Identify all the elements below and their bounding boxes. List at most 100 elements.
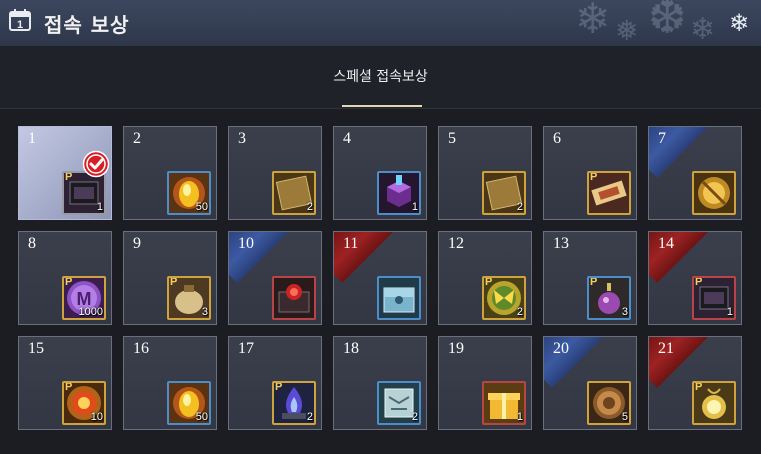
day-number: 10 <box>238 235 254 252</box>
day-number: 11 <box>343 235 359 252</box>
item-quantity: 1 <box>411 201 418 213</box>
window-title: 접속 보상 <box>44 13 130 37</box>
reward-item[interactable]: 50 <box>167 381 211 425</box>
calendar-day: 1 <box>17 19 23 31</box>
tab-special-login-reward[interactable]: 스페셜 접속보상 <box>0 66 761 86</box>
item-quantity: 1000 <box>78 306 103 318</box>
item-quantity: 2 <box>411 411 418 423</box>
reward-cell-day-14[interactable]: 14 P 1 <box>648 231 742 325</box>
day-number: 3 <box>238 130 246 147</box>
reward-item[interactable]: 1 <box>377 171 421 215</box>
reward-item[interactable]: 2 <box>482 171 526 215</box>
tab-bar: 스페셜 접속보상 <box>0 46 761 109</box>
premium-tag: P <box>275 381 283 393</box>
calendar-icon: 1 <box>9 9 31 31</box>
reward-item[interactable] <box>692 171 736 215</box>
item-quantity: 50 <box>195 411 208 423</box>
reward-item[interactable] <box>377 276 421 320</box>
item-quantity: 50 <box>195 201 208 213</box>
day-number: 21 <box>658 340 674 357</box>
day-number: 4 <box>343 130 351 147</box>
item-quantity: 2 <box>516 201 523 213</box>
reward-item[interactable]: 5 <box>587 381 631 425</box>
reward-cell-day-16[interactable]: 16 50 <box>123 336 217 430</box>
day-number: 16 <box>133 340 149 357</box>
item-quantity: 3 <box>621 306 628 318</box>
reward-cell-day-15[interactable]: 15 P 10 <box>18 336 112 430</box>
day-number: 12 <box>448 235 464 252</box>
premium-tag: P <box>695 276 703 288</box>
reward-cell-day-12[interactable]: 12 P 2 <box>438 231 532 325</box>
reward-item[interactable]: P1 <box>692 276 736 320</box>
reward-item[interactable]: 1 <box>482 381 526 425</box>
item-quantity: 5 <box>621 411 628 423</box>
premium-tag: P <box>485 276 493 288</box>
item-quantity: 3 <box>201 306 208 318</box>
reward-cell-day-1[interactable]: 1 P 1 <box>18 126 112 220</box>
reward-cell-day-7[interactable]: 7 <box>648 126 742 220</box>
reward-cell-day-2[interactable]: 2 50 <box>123 126 217 220</box>
premium-tag: P <box>65 171 73 183</box>
snowflake-decoration-icon: ❆ <box>648 0 687 44</box>
reward-item[interactable]: 2 <box>377 381 421 425</box>
item-quantity: 1 <box>726 306 733 318</box>
day-number: 17 <box>238 340 254 357</box>
day-number: 15 <box>28 340 44 357</box>
reward-item[interactable]: P <box>587 171 631 215</box>
reward-item[interactable]: P2 <box>482 276 526 320</box>
reward-item[interactable]: P2 <box>272 381 316 425</box>
day-number: 9 <box>133 235 141 252</box>
reward-item[interactable]: M P 1000 <box>62 276 106 320</box>
reward-cell-day-9[interactable]: 9P3 <box>123 231 217 325</box>
reward-cell-day-6[interactable]: 6P <box>543 126 637 220</box>
item-quantity: 2 <box>306 411 313 423</box>
day-number: 5 <box>448 130 456 147</box>
reward-cell-day-21[interactable]: 21 P <box>648 336 742 430</box>
active-tab-indicator <box>342 105 422 107</box>
day-number: 20 <box>553 340 569 357</box>
premium-tag: P <box>65 276 73 288</box>
item-quantity: 1 <box>96 201 103 213</box>
reward-item[interactable]: P3 <box>167 276 211 320</box>
snowflake-decoration-icon: ❅ <box>615 14 639 47</box>
reward-cell-day-10[interactable]: 10 <box>228 231 322 325</box>
item-quantity: 2 <box>516 306 523 318</box>
reward-cell-day-13[interactable]: 13 P 3 <box>543 231 637 325</box>
premium-tag: P <box>65 381 73 393</box>
reward-cell-day-5[interactable]: 52 <box>438 126 532 220</box>
close-button[interactable]: ❄ <box>726 10 752 36</box>
day-number: 1 <box>28 130 36 147</box>
reward-item[interactable]: P 10 <box>62 381 106 425</box>
reward-item[interactable]: 50 <box>167 171 211 215</box>
item-quantity: 2 <box>306 201 313 213</box>
snowflake-decoration-icon: ❄ <box>690 12 716 47</box>
reward-item[interactable]: P <box>692 381 736 425</box>
premium-tag: P <box>695 381 703 393</box>
day-number: 14 <box>658 235 674 252</box>
snowflake-decoration-icon: ❄ <box>575 0 611 43</box>
day-number: 19 <box>448 340 464 357</box>
reward-cell-day-20[interactable]: 20 5 <box>543 336 637 430</box>
reward-cell-day-4[interactable]: 41 <box>333 126 427 220</box>
reward-item[interactable]: 2 <box>272 171 316 215</box>
day-number: 2 <box>133 130 141 147</box>
reward-cell-day-8[interactable]: 8 M P 1000 <box>18 231 112 325</box>
reward-item[interactable]: P3 <box>587 276 631 320</box>
day-number: 6 <box>553 130 561 147</box>
title-bar: 1 접속 보상 ❄ ❅ ❆ ❄ ❄ <box>0 0 761 47</box>
reward-cell-day-17[interactable]: 17 P 2 <box>228 336 322 430</box>
reward-cell-day-3[interactable]: 32 <box>228 126 322 220</box>
reward-cell-day-19[interactable]: 19 1 <box>438 336 532 430</box>
day-number: 7 <box>658 130 666 147</box>
reward-cell-day-11[interactable]: 11 <box>333 231 427 325</box>
day-number: 13 <box>553 235 569 252</box>
premium-tag: P <box>590 276 598 288</box>
premium-tag: P <box>170 276 178 288</box>
day-number: 8 <box>28 235 36 252</box>
day-number: 18 <box>343 340 359 357</box>
item-quantity: 1 <box>516 411 523 423</box>
reward-cell-day-18[interactable]: 18 2 <box>333 336 427 430</box>
reward-item[interactable] <box>272 276 316 320</box>
premium-tag: P <box>590 171 598 183</box>
item-quantity: 10 <box>90 411 103 423</box>
